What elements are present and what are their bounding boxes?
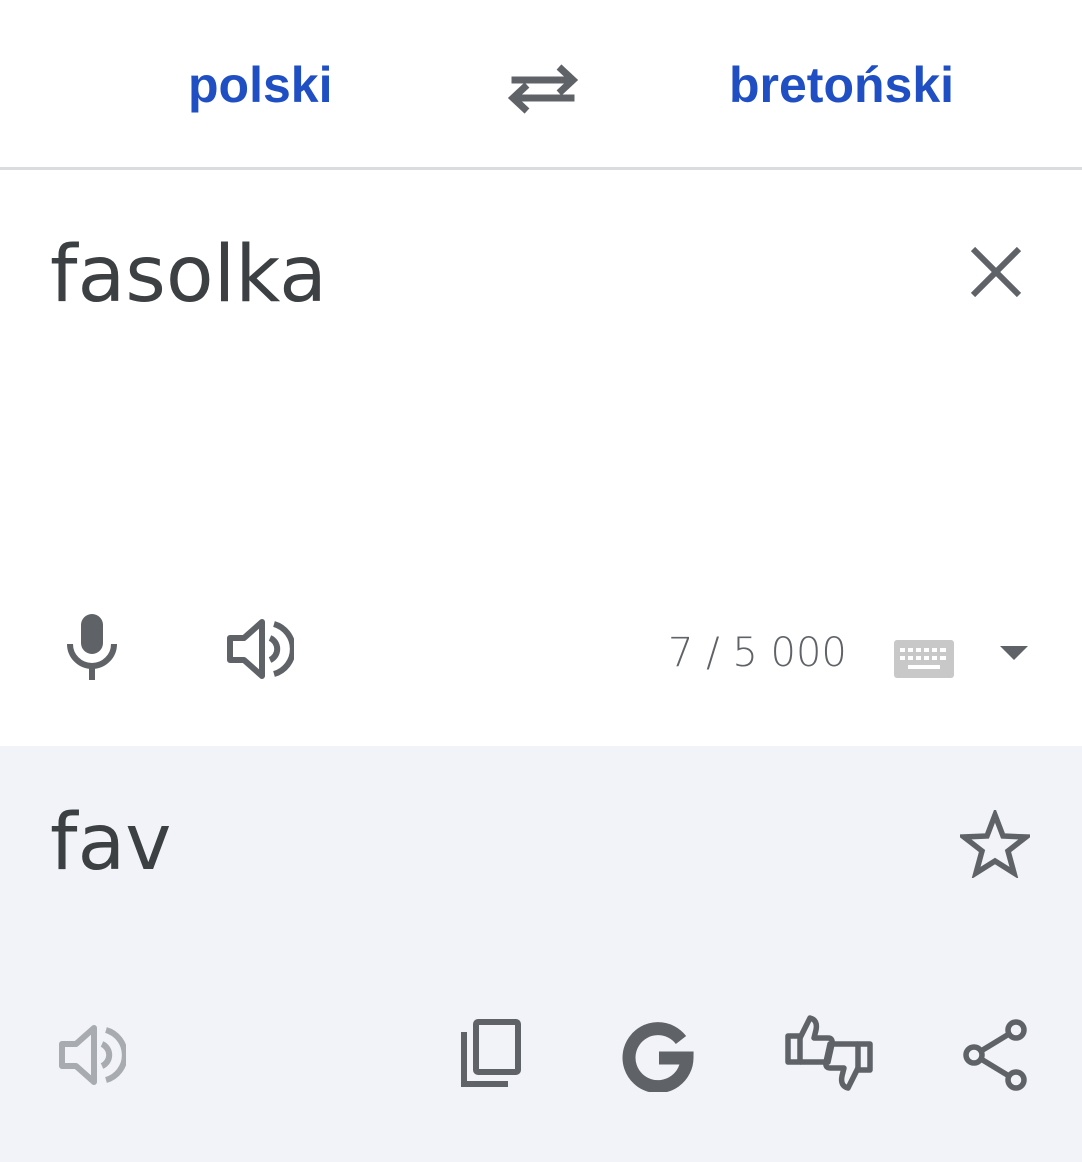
source-panel: fasolka 7 / 5 000: [0, 170, 1082, 746]
translation-panel: fav: [0, 746, 1082, 1162]
save-translation-button[interactable]: [960, 810, 1030, 878]
copy-icon: [458, 1018, 522, 1090]
keyboard-button[interactable]: [894, 640, 954, 678]
source-language-button[interactable]: polski: [188, 55, 332, 115]
swap-languages-button[interactable]: [503, 55, 583, 119]
speaker-icon: [226, 616, 294, 682]
google-icon: [622, 1020, 694, 1092]
dropdown-arrow-icon: [1000, 646, 1028, 662]
target-language-button[interactable]: bretoński: [729, 55, 954, 115]
search-google-button[interactable]: [622, 1020, 694, 1092]
copy-translation-button[interactable]: [458, 1018, 522, 1090]
listen-source-button[interactable]: [226, 616, 294, 682]
share-translation-button[interactable]: [962, 1018, 1030, 1092]
microphone-icon: [60, 610, 124, 684]
feedback-thumbs-icon: [784, 1012, 874, 1096]
close-icon: [966, 242, 1026, 302]
translation-text: fav: [50, 798, 172, 888]
keyboard-icon: [894, 640, 954, 678]
listen-translation-button[interactable]: [58, 1022, 126, 1088]
character-count: 7 / 5 000: [668, 630, 847, 676]
share-icon: [962, 1018, 1030, 1092]
microphone-button[interactable]: [60, 610, 124, 684]
speaker-icon: [58, 1022, 126, 1088]
clear-button[interactable]: [966, 242, 1026, 302]
swap-arrows-icon: [503, 55, 583, 119]
source-text-input[interactable]: fasolka: [50, 230, 327, 320]
keyboard-options-dropdown[interactable]: [1000, 646, 1028, 662]
rate-translation-button[interactable]: [784, 1012, 874, 1096]
language-bar: polski bretoński: [0, 0, 1082, 170]
star-icon: [960, 810, 1030, 878]
